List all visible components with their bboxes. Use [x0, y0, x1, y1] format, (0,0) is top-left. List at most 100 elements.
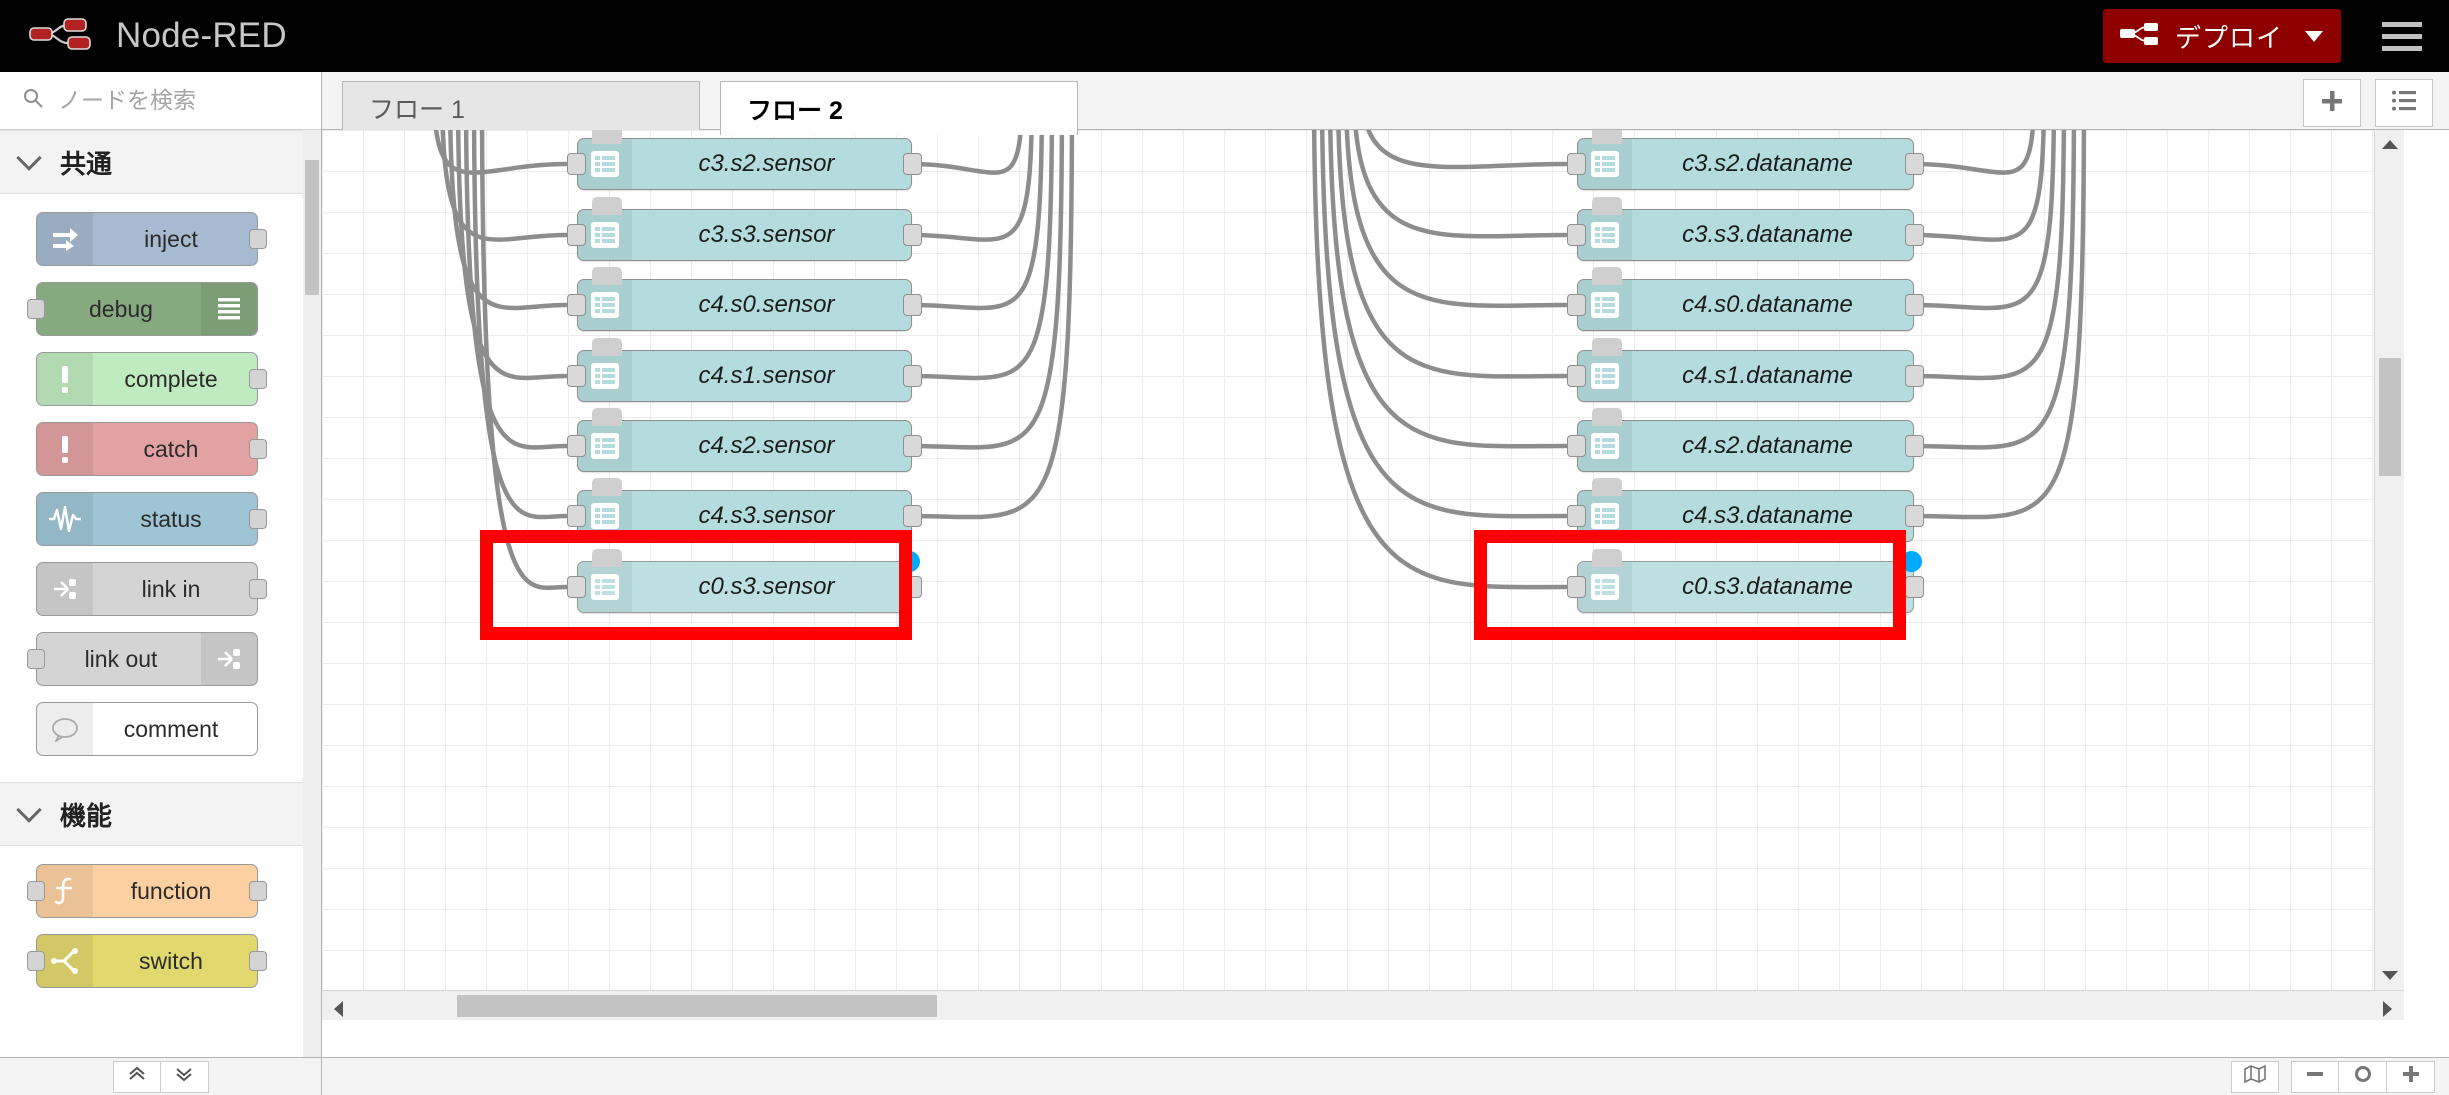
node-output-port[interactable]	[249, 229, 267, 249]
node-input-port[interactable]	[1567, 365, 1586, 387]
palette-scrollbar[interactable]	[303, 130, 321, 1057]
node-input-port[interactable]	[1567, 505, 1586, 527]
palette-node-label: status	[140, 505, 202, 532]
node-output-port[interactable]	[249, 369, 267, 389]
link-out-icon	[201, 633, 257, 685]
node-input-port[interactable]	[1567, 224, 1586, 246]
hamburger-menu-icon[interactable]	[2363, 0, 2441, 72]
node-input-port[interactable]	[27, 951, 45, 971]
node-input-port[interactable]	[567, 435, 586, 457]
node-output-port[interactable]	[903, 505, 922, 527]
debug-list-icon	[201, 283, 257, 335]
palette-category-header-0[interactable]: 共通	[0, 130, 321, 194]
node-status-badge	[1592, 338, 1622, 356]
flow-canvas-container: c3.s2.sensor c3.s3.sensor c4.s0.sensor c…	[322, 130, 2449, 1057]
canvas-vertical-scrollbar[interactable]	[2374, 130, 2404, 1020]
palette-node-inject[interactable]: inject	[36, 212, 267, 266]
node-output-port[interactable]	[249, 509, 267, 529]
flow-node-c4-s2-dataname[interactable]: c4.s2.dataname	[1567, 408, 1924, 472]
node-output-port[interactable]	[903, 365, 922, 387]
chevrons-up-icon	[127, 1064, 147, 1089]
expand-all-button[interactable]	[160, 1060, 209, 1093]
flow-node-c4-s0-sensor[interactable]: c4.s0.sensor	[567, 267, 922, 331]
canvas-horizontal-scrollbar-thumb[interactable]	[457, 995, 937, 1017]
deploy-button[interactable]: デプロイ	[2102, 9, 2341, 63]
node-output-port[interactable]	[249, 439, 267, 459]
node-output-port[interactable]	[903, 294, 922, 316]
flow-node-c0-s3-sensor[interactable]: c0.s3.sensor	[567, 549, 922, 613]
node-output-port[interactable]	[249, 579, 267, 599]
exclamation-icon	[37, 353, 93, 405]
zoom-in-button[interactable]	[2387, 1060, 2435, 1093]
palette-node-debug[interactable]: debug	[27, 282, 258, 336]
zoom-reset-button[interactable]	[2339, 1060, 2387, 1093]
node-output-port[interactable]	[903, 576, 922, 598]
flow-node-c4-s3-sensor[interactable]: c4.s3.sensor	[567, 478, 922, 542]
node-input-port[interactable]	[567, 294, 586, 316]
node-output-port[interactable]	[249, 951, 267, 971]
node-input-port[interactable]	[1567, 435, 1586, 457]
flow-node-c4-s1-dataname[interactable]: c4.s1.dataname	[1567, 338, 1924, 402]
flow-node-c0-s3-dataname[interactable]: c0.s3.dataname	[1567, 549, 1924, 613]
palette-node-switch[interactable]: switch	[27, 934, 267, 988]
collapse-all-button[interactable]	[112, 1060, 161, 1093]
node-output-port[interactable]	[1905, 435, 1924, 457]
palette-node-status[interactable]: status	[36, 492, 267, 546]
flow-node-c4-s2-sensor[interactable]: c4.s2.sensor	[567, 408, 922, 472]
node-output-port[interactable]	[1905, 365, 1924, 387]
node-output-port[interactable]	[249, 881, 267, 901]
node-status-badge	[1592, 130, 1622, 144]
flow-node-c4-s0-dataname[interactable]: c4.s0.dataname	[1567, 267, 1924, 331]
list-table-icon	[1578, 562, 1632, 612]
scroll-up-arrow-icon[interactable]	[2382, 140, 2398, 149]
flow-node-c4-s1-sensor[interactable]: c4.s1.sensor	[567, 338, 922, 402]
flow-node-c3-s2-dataname[interactable]: c3.s2.dataname	[1567, 130, 1924, 190]
palette-category-header-1[interactable]: 機能	[0, 782, 321, 846]
node-output-port[interactable]	[903, 153, 922, 175]
flow-node-c3-s3-sensor[interactable]: c3.s3.sensor	[567, 197, 922, 261]
node-output-port[interactable]	[1905, 224, 1924, 246]
navigator-button[interactable]	[2231, 1060, 2279, 1093]
node-output-port[interactable]	[1905, 505, 1924, 527]
node-input-port[interactable]	[567, 505, 586, 527]
add-flow-tab-button[interactable]	[2303, 79, 2361, 127]
node-input-port[interactable]	[567, 365, 586, 387]
palette-node-link-out[interactable]: link out	[27, 632, 258, 686]
node-input-port[interactable]	[27, 649, 45, 669]
node-input-port[interactable]	[1567, 294, 1586, 316]
node-status-badge	[1592, 549, 1622, 567]
flow-node-c3-s2-sensor[interactable]: c3.s2.sensor	[567, 130, 922, 190]
node-input-port[interactable]	[1567, 576, 1586, 598]
node-output-port[interactable]	[903, 435, 922, 457]
scroll-left-arrow-icon[interactable]	[334, 1001, 343, 1017]
flow-tab-1[interactable]: フロー 1	[342, 81, 700, 134]
flow-tab-2[interactable]: フロー 2	[720, 81, 1078, 135]
node-input-port[interactable]	[27, 299, 45, 319]
node-output-port[interactable]	[1905, 153, 1924, 175]
scroll-right-arrow-icon[interactable]	[2383, 1001, 2392, 1017]
flow-node-c4-s3-dataname[interactable]: c4.s3.dataname	[1567, 478, 1924, 542]
node-output-port[interactable]	[1905, 294, 1924, 316]
node-input-port[interactable]	[1567, 153, 1586, 175]
list-flow-tabs-button[interactable]	[2375, 79, 2433, 127]
palette-node-complete[interactable]: complete	[36, 352, 267, 406]
node-input-port[interactable]	[567, 576, 586, 598]
palette-node-link-in[interactable]: link in	[36, 562, 267, 616]
node-input-port[interactable]	[27, 881, 45, 901]
node-input-port[interactable]	[567, 153, 586, 175]
palette-node-function[interactable]: function	[27, 864, 267, 918]
palette-scrollbar-thumb[interactable]	[305, 160, 319, 295]
zoom-out-button[interactable]	[2291, 1060, 2339, 1093]
flow-canvas[interactable]: c3.s2.sensor c3.s3.sensor c4.s0.sensor c…	[322, 130, 2404, 1020]
search-input[interactable]	[58, 87, 298, 114]
node-output-port[interactable]	[1905, 576, 1924, 598]
chevron-down-icon[interactable]	[2305, 30, 2323, 42]
node-output-port[interactable]	[903, 224, 922, 246]
palette-node-comment[interactable]: comment	[36, 702, 258, 756]
scroll-down-arrow-icon[interactable]	[2382, 971, 2398, 980]
flow-node-c3-s3-dataname[interactable]: c3.s3.dataname	[1567, 197, 1924, 261]
canvas-horizontal-scrollbar[interactable]	[322, 990, 2404, 1020]
node-input-port[interactable]	[567, 224, 586, 246]
canvas-vertical-scrollbar-thumb[interactable]	[2379, 358, 2401, 476]
palette-node-catch[interactable]: catch	[36, 422, 267, 476]
